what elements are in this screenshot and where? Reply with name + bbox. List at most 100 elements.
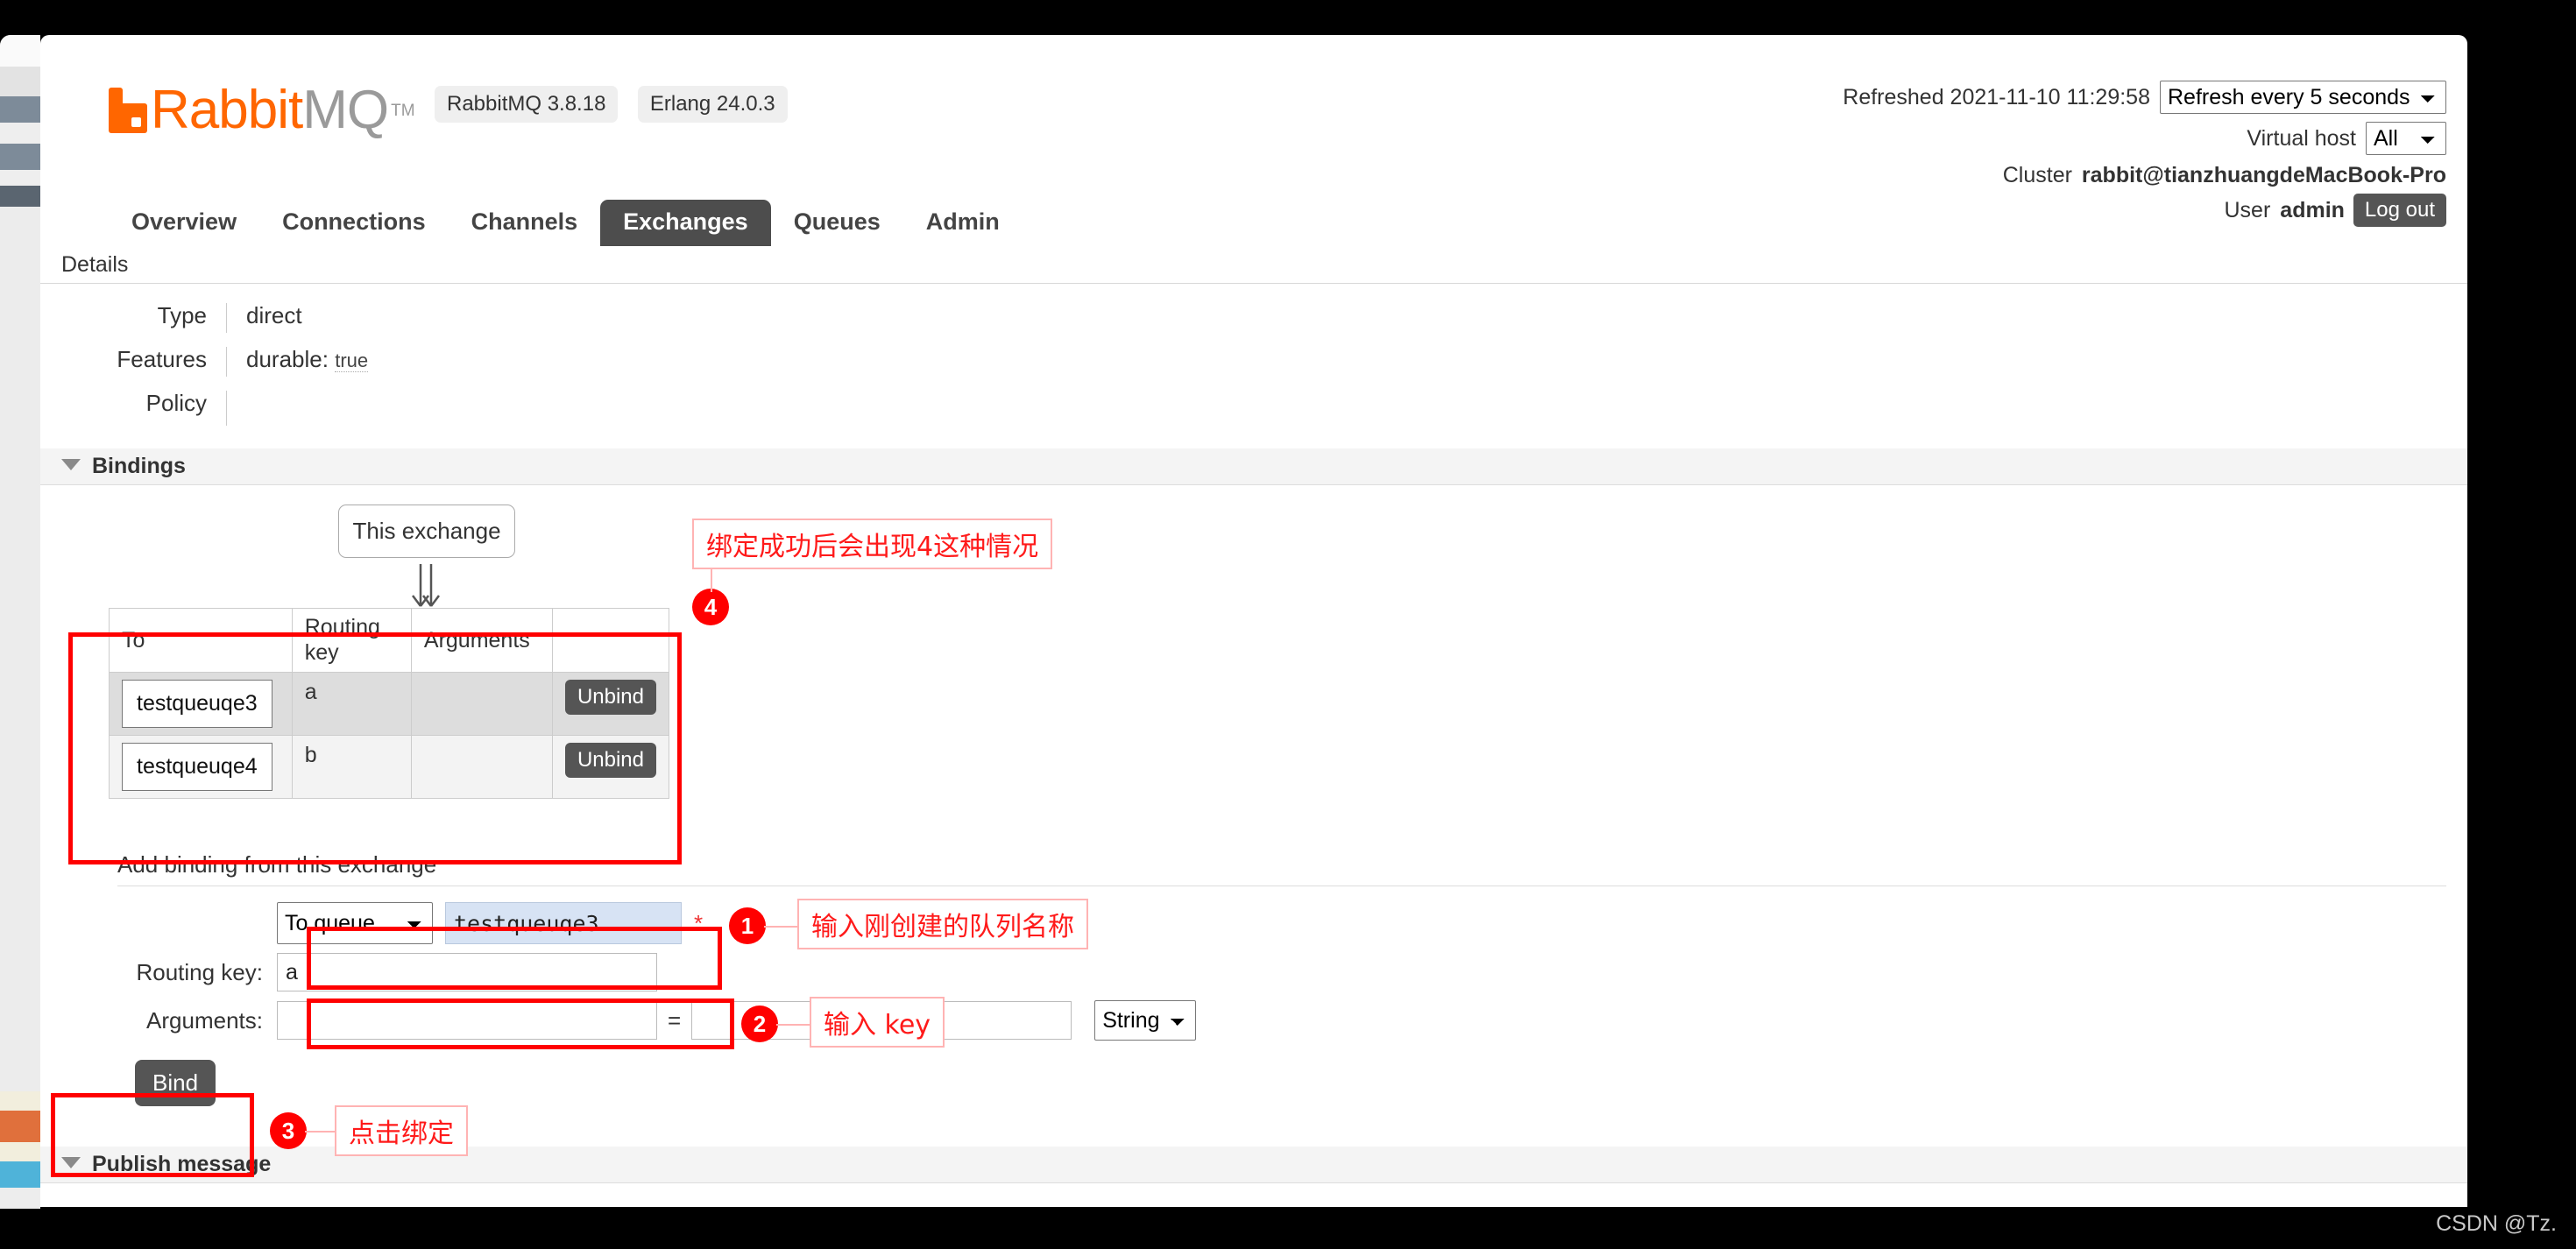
arguments-row: Arguments: = String xyxy=(40,1000,2467,1041)
unbind-button[interactable]: Unbind xyxy=(565,743,656,778)
user-row: User admin Log out xyxy=(1843,194,2446,227)
tab-admin[interactable]: Admin xyxy=(903,200,1023,246)
erlang-version-badge: Erlang 24.0.3 xyxy=(638,86,788,123)
bindings-diagram: This exchange xyxy=(40,485,2467,608)
detail-label-policy: Policy xyxy=(40,391,226,416)
annotation-badge-3: 3 xyxy=(270,1112,307,1149)
detail-value-features: durable: true xyxy=(226,347,368,377)
argument-name-input[interactable] xyxy=(277,1001,657,1040)
user-name: admin xyxy=(2280,198,2345,223)
annotation-badge-4: 4 xyxy=(692,589,729,625)
collapse-triangle-icon[interactable] xyxy=(61,459,81,470)
argument-type-select[interactable]: String xyxy=(1094,1000,1196,1041)
table-row: testqueuqe3 a Unbind xyxy=(110,673,669,736)
col-actions xyxy=(552,609,669,673)
annotation-callout-2: 输入 key xyxy=(810,997,945,1048)
binding-routing-key-cell: b xyxy=(292,736,411,799)
bind-button[interactable]: Bind xyxy=(135,1060,216,1106)
rabbitmq-management-page: RabbitMQTM RabbitMQ 3.8.18 Erlang 24.0.3… xyxy=(40,35,2467,1207)
tab-overview[interactable]: Overview xyxy=(109,200,259,246)
col-arguments: Arguments xyxy=(411,609,552,673)
logo-rabbit-text: Rabbit xyxy=(151,80,302,140)
destination-type-select[interactable]: To queue xyxy=(277,902,433,944)
rabbitmq-mark-icon xyxy=(109,88,147,133)
details-section-title: Details xyxy=(61,252,128,277)
vhost-row: Virtual host All xyxy=(1843,122,2446,155)
csdn-watermark: CSDN @Tz. xyxy=(2436,1211,2557,1237)
tab-queues[interactable]: Queues xyxy=(771,200,903,246)
bindings-section-header[interactable]: Bindings xyxy=(40,448,2467,485)
binding-arguments-cell xyxy=(411,736,552,799)
logo-mq-text: MQ xyxy=(302,80,388,140)
destination-row: To queue * xyxy=(40,902,2467,944)
refresh-interval-select[interactable]: Refresh every 5 seconds xyxy=(2160,81,2446,114)
binding-action-cell: Unbind xyxy=(552,673,669,736)
annotation-leader-3 xyxy=(305,1131,336,1133)
exchange-details-list: Type direct Features durable: true Polic… xyxy=(40,303,2467,426)
detail-label-features: Features xyxy=(40,347,226,372)
bindings-table: To Routing key Arguments testqueuqe3 a U… xyxy=(109,608,669,799)
main-tab-bar: Overview Connections Channels Exchanges … xyxy=(109,200,1023,246)
header-right-panel: Refreshed 2021-11-10 11:29:58 Refresh ev… xyxy=(1843,81,2446,235)
binding-arguments-cell xyxy=(411,673,552,736)
tab-channels[interactable]: Channels xyxy=(449,200,601,246)
trademark-icon: TM xyxy=(391,102,414,120)
background-window-strip xyxy=(0,35,40,1209)
rabbitmq-version-badge: RabbitMQ 3.8.18 xyxy=(435,86,618,123)
detail-label-type: Type xyxy=(40,303,226,328)
vhost-label: Virtual host xyxy=(2247,126,2356,152)
logout-button[interactable]: Log out xyxy=(2353,194,2446,227)
refreshed-label: Refreshed 2021-11-10 11:29:58 xyxy=(1843,85,2150,110)
vhost-select[interactable]: All xyxy=(2366,122,2446,155)
col-routing-key: Routing key xyxy=(292,609,411,673)
cluster-label: Cluster xyxy=(2003,163,2072,188)
binding-to-cell: testqueuqe3 xyxy=(110,673,293,736)
annotation-badge-1: 1 xyxy=(729,907,766,944)
equals-sign: = xyxy=(668,1007,681,1034)
add-binding-title: Add binding from this exchange xyxy=(117,851,2467,879)
queue-link[interactable]: testqueuqe4 xyxy=(122,743,272,791)
tab-connections[interactable]: Connections xyxy=(259,200,449,246)
binding-to-cell: testqueuqe4 xyxy=(110,736,293,799)
queue-link[interactable]: testqueuqe3 xyxy=(122,680,272,728)
unbind-button[interactable]: Unbind xyxy=(565,680,656,715)
binding-action-cell: Unbind xyxy=(552,736,669,799)
this-exchange-box: This exchange xyxy=(338,505,515,558)
annotation-leader-2 xyxy=(776,1024,811,1026)
add-binding-form: To queue * Routing key: Arguments: = Str… xyxy=(40,902,2467,1106)
refresh-row: Refreshed 2021-11-10 11:29:58 Refresh ev… xyxy=(1843,81,2446,114)
binding-routing-key-cell: a xyxy=(292,673,411,736)
feature-durable-key: durable: xyxy=(246,346,329,372)
details-section-header[interactable]: Details xyxy=(40,247,2467,284)
annotation-badge-2: 2 xyxy=(741,1006,778,1042)
page-header: RabbitMQTM RabbitMQ 3.8.18 Erlang 24.0.3… xyxy=(40,35,2467,235)
collapse-triangle-icon[interactable] xyxy=(61,1157,81,1168)
arguments-label: Arguments: xyxy=(40,1007,277,1034)
publish-section-title: Publish message xyxy=(92,1152,271,1176)
bind-button-row: Bind xyxy=(40,1060,2467,1106)
user-label: User xyxy=(2225,198,2271,223)
annotation-callout-3: 点击绑定 xyxy=(335,1105,468,1156)
detail-value-policy xyxy=(226,391,246,426)
annotation-callout-4: 绑定成功后会出现4这种情况 xyxy=(692,519,1052,569)
routing-key-row: Routing key: xyxy=(40,953,2467,991)
routing-key-input[interactable] xyxy=(277,953,657,991)
required-asterisk: * xyxy=(694,910,703,937)
detail-row-features: Features durable: true xyxy=(40,347,2467,377)
cluster-row: Cluster rabbit@tianzhuangdeMacBook-Pro xyxy=(1843,163,2446,188)
feature-durable-value: true xyxy=(335,349,368,372)
detail-row-policy: Policy xyxy=(40,391,2467,426)
col-to: To xyxy=(110,609,293,673)
rabbitmq-logo[interactable]: RabbitMQTM RabbitMQ 3.8.18 Erlang 24.0.3 xyxy=(109,79,788,141)
destination-name-input[interactable] xyxy=(445,902,682,944)
table-row: testqueuqe4 b Unbind xyxy=(110,736,669,799)
routing-key-label: Routing key: xyxy=(40,959,277,986)
detail-row-type: Type direct xyxy=(40,303,2467,333)
detail-value-type: direct xyxy=(226,303,302,333)
cluster-name: rabbit@tianzhuangdeMacBook-Pro xyxy=(2082,163,2446,188)
bindings-table-header-row: To Routing key Arguments xyxy=(110,609,669,673)
annotation-callout-1: 输入刚创建的队列名称 xyxy=(797,899,1088,949)
annotation-leader-1 xyxy=(764,926,799,928)
tab-exchanges[interactable]: Exchanges xyxy=(600,200,771,246)
bindings-section-title: Bindings xyxy=(92,454,186,478)
